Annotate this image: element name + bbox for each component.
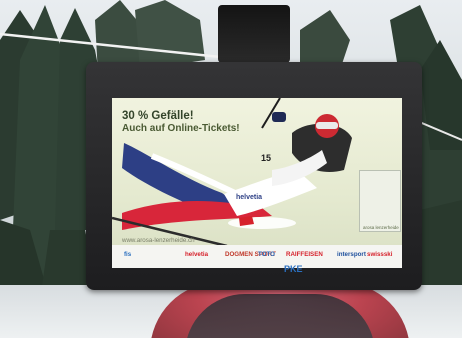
advert-screen: 30 % Gefälle! Auch auf Online-Tickets! 1…	[112, 98, 402, 268]
screen-brand-logo: PKE	[284, 264, 303, 274]
sponsor-intersport: intersport	[337, 251, 366, 258]
ad-url: www.arosa-lenzerheide.ch	[122, 237, 195, 244]
ad-headline: 30 % Gefälle!	[122, 110, 194, 122]
photo-scene: 30 % Gefälle! Auch auf Online-Tickets! 1…	[0, 0, 462, 338]
sponsor-helvetia: helvetia	[185, 251, 209, 258]
ad-subline: Auch auf Online-Tickets!	[122, 123, 240, 134]
sponsor-swissski: swissski	[367, 251, 393, 258]
sponsor-toto: TOTO	[258, 251, 275, 258]
fis-logo: fis	[124, 251, 132, 258]
racer-bib-number: 15	[261, 153, 272, 163]
side-advert-text: arosa lenzerheide	[363, 225, 399, 230]
sponsor-raiffeisen: RAIFFEISEN	[286, 251, 323, 258]
side-advert-panel	[359, 170, 401, 232]
suit-brand-text: helvetia	[236, 194, 263, 201]
monitor-mount	[218, 5, 290, 63]
